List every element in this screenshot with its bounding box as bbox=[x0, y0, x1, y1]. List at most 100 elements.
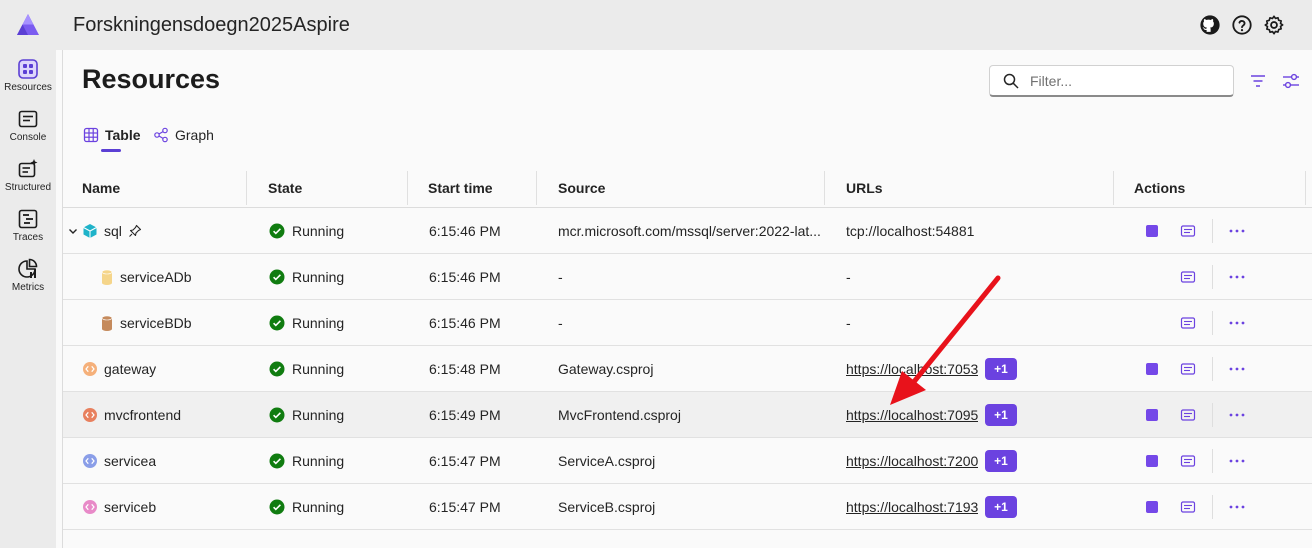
table-header: Name State Start time Source URLs Action… bbox=[63, 168, 1312, 208]
column-divider[interactable] bbox=[1113, 171, 1114, 205]
more-options-icon[interactable] bbox=[1228, 223, 1246, 239]
stop-button[interactable] bbox=[1146, 225, 1158, 237]
tab-table[interactable]: Table bbox=[83, 122, 143, 154]
search-icon bbox=[1003, 73, 1019, 89]
state-text: Running bbox=[292, 453, 345, 469]
sidebar-item-traces[interactable]: Traces bbox=[0, 202, 56, 248]
more-options-icon[interactable] bbox=[1228, 269, 1246, 285]
chevron-down-icon[interactable] bbox=[67, 225, 79, 237]
table-row[interactable]: serviceBDb Running 6:15:46 PM - - bbox=[63, 300, 1312, 346]
endpoint-url-text[interactable]: tcp://localhost:54881 bbox=[846, 208, 974, 254]
aspire-logo-icon[interactable] bbox=[16, 13, 40, 37]
table-icon bbox=[83, 127, 99, 143]
state-text: Running bbox=[292, 315, 345, 331]
sidebar-item-label: Resources bbox=[4, 82, 52, 93]
endpoint-url-link[interactable]: https://localhost:7200 bbox=[846, 438, 978, 484]
more-urls-badge[interactable]: +1 bbox=[985, 496, 1017, 518]
stop-button[interactable] bbox=[1146, 501, 1158, 513]
sidebar-item-metrics[interactable]: Metrics bbox=[0, 252, 56, 298]
sidebar-item-structured[interactable]: Structured bbox=[0, 152, 56, 198]
sidebar-item-console[interactable]: Console bbox=[0, 102, 56, 148]
source-text: - bbox=[558, 269, 563, 285]
sidebar-item-label: Metrics bbox=[11, 282, 45, 293]
console-logs-icon[interactable] bbox=[1180, 499, 1196, 515]
table-row[interactable]: serviceADb Running 6:15:46 PM - - bbox=[63, 254, 1312, 300]
console-logs-icon[interactable] bbox=[1180, 223, 1196, 239]
settings-sliders-icon[interactable] bbox=[1281, 71, 1301, 91]
sidebar-item-resources[interactable]: Resources bbox=[0, 52, 56, 98]
endpoint-url-link[interactable]: https://localhost:7095 bbox=[846, 392, 978, 438]
resource-name[interactable]: serviceBDb bbox=[120, 300, 192, 346]
filter-box[interactable] bbox=[989, 65, 1234, 97]
start-time: 6:15:49 PM bbox=[429, 407, 501, 423]
actions-divider bbox=[1212, 403, 1213, 427]
column-divider[interactable] bbox=[246, 171, 247, 205]
table-row[interactable]: mvcfrontend Running 6:15:49 PM MvcFrontend.… bbox=[63, 392, 1312, 438]
column-divider[interactable] bbox=[536, 171, 537, 205]
column-header-source[interactable]: Source bbox=[558, 168, 605, 208]
running-check-icon bbox=[269, 407, 285, 423]
running-check-icon bbox=[269, 269, 285, 285]
tab-graph[interactable]: Graph bbox=[153, 122, 217, 154]
resource-name[interactable]: mvcfrontend bbox=[104, 392, 181, 438]
more-options-icon[interactable] bbox=[1228, 407, 1246, 423]
help-icon[interactable] bbox=[1231, 14, 1253, 36]
resource-name[interactable]: sql bbox=[104, 208, 122, 254]
more-options-icon[interactable] bbox=[1228, 315, 1246, 331]
actions-divider bbox=[1212, 357, 1213, 381]
stop-button[interactable] bbox=[1146, 409, 1158, 421]
table-row[interactable]: serviceb Running 6:15:47 PM ServiceB.csproj… bbox=[63, 484, 1312, 530]
start-time: 6:15:47 PM bbox=[429, 453, 501, 469]
running-check-icon bbox=[269, 453, 285, 469]
endpoint-url-text: - bbox=[846, 315, 851, 331]
more-urls-badge[interactable]: +1 bbox=[985, 450, 1017, 472]
state-text: Running bbox=[292, 407, 345, 423]
running-check-icon bbox=[269, 315, 285, 331]
column-header-name[interactable]: Name bbox=[82, 168, 120, 208]
database-icon bbox=[101, 315, 113, 331]
resource-name[interactable]: servicea bbox=[104, 438, 156, 484]
console-logs-icon[interactable] bbox=[1180, 361, 1196, 377]
table-row[interactable]: servicea Running 6:15:47 PM ServiceA.csproj… bbox=[63, 438, 1312, 484]
resource-name[interactable]: gateway bbox=[104, 346, 156, 392]
column-header-urls[interactable]: URLs bbox=[846, 168, 883, 208]
start-time: 6:15:48 PM bbox=[429, 361, 501, 377]
start-time: 6:15:46 PM bbox=[429, 315, 501, 331]
column-divider[interactable] bbox=[407, 171, 408, 205]
console-logs-icon[interactable] bbox=[1180, 453, 1196, 469]
state-text: Running bbox=[292, 269, 345, 285]
tab-label: Graph bbox=[175, 127, 214, 143]
console-logs-icon[interactable] bbox=[1180, 269, 1196, 285]
pin-icon[interactable] bbox=[128, 224, 142, 238]
more-options-icon[interactable] bbox=[1228, 499, 1246, 515]
filter-list-icon[interactable] bbox=[1248, 71, 1268, 91]
traces-icon bbox=[18, 209, 38, 229]
start-time: 6:15:46 PM bbox=[429, 223, 501, 239]
console-logs-icon[interactable] bbox=[1180, 407, 1196, 423]
settings-gear-icon[interactable] bbox=[1263, 14, 1285, 36]
stop-button[interactable] bbox=[1146, 363, 1158, 375]
sidebar-item-label: Console bbox=[9, 132, 47, 143]
column-header-state[interactable]: State bbox=[268, 168, 302, 208]
more-urls-badge[interactable]: +1 bbox=[985, 358, 1017, 380]
endpoint-url-link[interactable]: https://localhost:7193 bbox=[846, 484, 978, 530]
resource-name[interactable]: serviceb bbox=[104, 484, 156, 530]
endpoint-url-text: - bbox=[846, 269, 851, 285]
filter-input[interactable] bbox=[1030, 70, 1225, 92]
database-icon bbox=[101, 269, 113, 285]
more-urls-badge[interactable]: +1 bbox=[985, 404, 1017, 426]
stop-button[interactable] bbox=[1146, 455, 1158, 467]
more-options-icon[interactable] bbox=[1228, 453, 1246, 469]
resource-name[interactable]: serviceADb bbox=[120, 254, 192, 300]
column-divider[interactable] bbox=[824, 171, 825, 205]
table-row[interactable]: sql Running 6:15:46 PM mcr.microsoft.com/ms… bbox=[63, 208, 1312, 254]
more-options-icon[interactable] bbox=[1228, 361, 1246, 377]
column-divider[interactable] bbox=[1305, 171, 1306, 205]
page-title: Resources bbox=[82, 64, 221, 94]
state-text: Running bbox=[292, 223, 345, 239]
github-icon[interactable] bbox=[1199, 14, 1221, 36]
table-row[interactable]: gateway Running 6:15:48 PM Gateway.csproj ht… bbox=[63, 346, 1312, 392]
endpoint-url-link[interactable]: https://localhost:7053 bbox=[846, 346, 978, 392]
column-header-start-time[interactable]: Start time bbox=[428, 168, 493, 208]
console-logs-icon[interactable] bbox=[1180, 315, 1196, 331]
